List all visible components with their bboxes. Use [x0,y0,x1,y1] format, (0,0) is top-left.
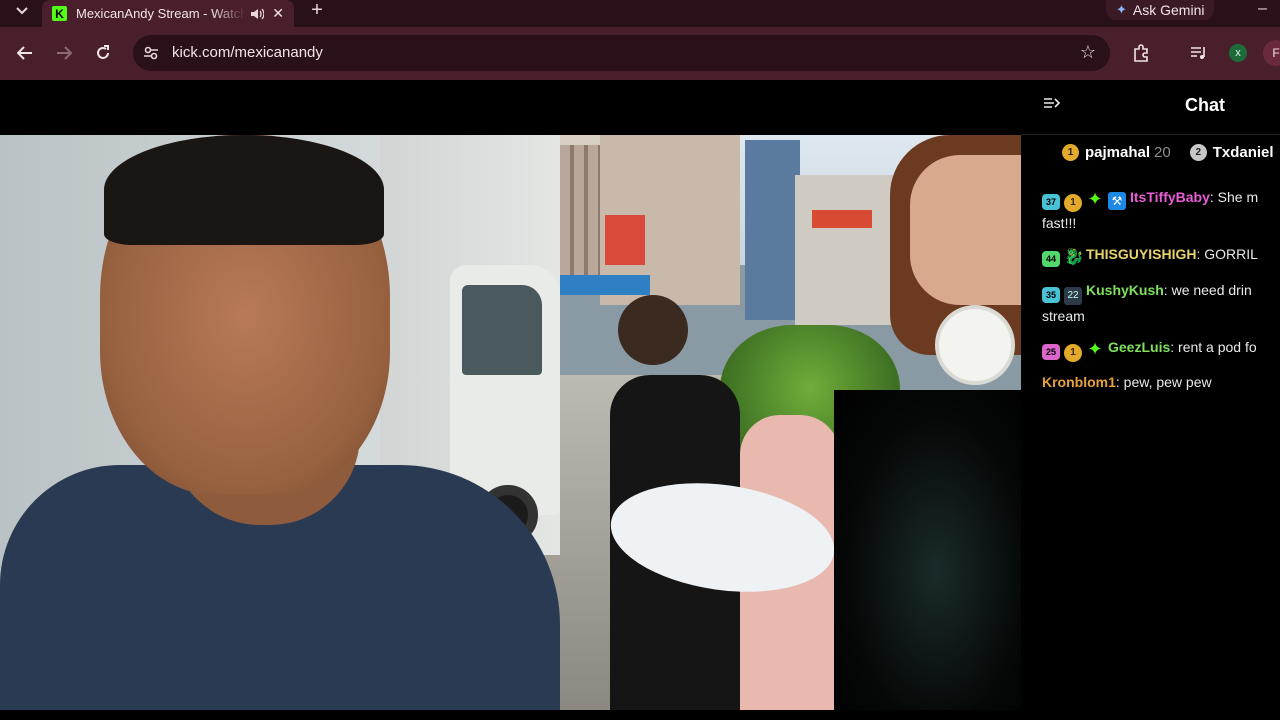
chat-title: Chat [1185,95,1225,115]
puzzle-icon[interactable] [1130,42,1152,64]
gift-badge: 1 [1064,344,1082,362]
gemini-spark-icon: ✦ [1116,2,1127,17]
new-tab-button[interactable]: + [306,0,328,20]
video-building [795,175,895,325]
chat-message: Kronblom1: pew, pew pew [1042,371,1280,390]
address-bar[interactable]: kick.com/mexicanandy ☆ [133,35,1110,71]
browser-tab-strip: K MexicanAndy Stream - Watch Live on Kic… [0,0,1280,27]
profile-avatar[interactable]: F [1263,40,1280,66]
chevron-down-icon[interactable] [8,0,36,22]
chat-text: pew, pew pew [1123,374,1212,390]
sparkle-badge-icon: ✦ [1087,339,1103,359]
chat-username[interactable]: THISGUYISHIGH [1086,246,1196,262]
close-tab-button[interactable]: ✕ [272,5,284,22]
url-text[interactable]: kick.com/mexicanandy [172,44,323,61]
chat-message: 25 1 ✦ GeezLuis: rent a pod fo [1042,336,1280,362]
tune-icon[interactable] [141,43,161,63]
leaderboard-user[interactable]: Txdaniel [1213,144,1274,161]
chat-colon: : [1170,339,1179,355]
ask-gemini-label: Ask Gemini [1132,2,1205,18]
window-minimize-button[interactable]: – [1258,0,1267,18]
vip-badge: 22 [1064,287,1082,305]
video-sign [812,210,872,228]
chat-colon: : [1115,374,1124,390]
media-controls-icon[interactable] [1188,42,1210,64]
video-sign [550,275,650,295]
chat-header: Chat [1021,80,1280,135]
rank-badge: 2 [1189,143,1207,161]
ask-gemini-button[interactable]: ✦ Ask Gemini [1106,0,1215,20]
sparkle-badge-icon: ✦ [1087,189,1103,209]
video-building [745,140,800,320]
video-player[interactable] [0,80,1021,720]
kick-page: Chat 1 pajmahal 20 2 Txdaniel 37 1 ✦ ⚒ ItsTi… [0,80,1280,720]
chat-panel: Chat 1 pajmahal 20 2 Txdaniel 37 1 ✦ ⚒ ItsTi… [1021,80,1280,390]
collapse-chat-icon[interactable] [1043,96,1063,116]
video-sign [605,215,645,265]
extension-avatar[interactable]: x [1229,44,1247,62]
chat-colon: : [1163,282,1172,298]
chat-username[interactable]: ItsTiffyBaby [1130,189,1210,205]
chat-message: 37 1 ✦ ⚒ ItsTiffyBaby: She m fast!!! [1042,186,1280,235]
player-bottom-strip [0,710,1021,720]
subscriber-badge: 37 [1042,194,1060,210]
chat-username[interactable]: GeezLuis [1108,339,1170,355]
video-streamer-hair [104,135,384,245]
chat-message: 44 🐉 THISGUYISHIGH: GORRIL [1042,243,1280,267]
dragon-badge-icon: 🐉 [1064,249,1084,266]
chat-message: 35 22 KushyKush: we need drin stream [1042,279,1280,328]
webcam-overlay [834,390,1021,720]
subscriber-badge: 35 [1042,287,1060,303]
kick-favicon-icon: K [52,6,67,21]
gift-badge: 1 [1064,194,1082,212]
star-icon[interactable]: ☆ [1080,42,1096,63]
reload-icon[interactable] [92,42,114,64]
rank-badge: 1 [1062,143,1079,161]
chat-colon: : [1209,189,1218,205]
moderator-hammer-icon: ⚒ [1108,192,1126,210]
browser-tab-active[interactable]: K MexicanAndy Stream - Watch Live on Kic… [42,0,294,27]
back-arrow-icon[interactable] [14,42,36,64]
chat-username[interactable]: KushyKush [1086,282,1164,298]
video-handheld-fan [935,305,1015,385]
chat-username[interactable]: Kronblom1 [1042,374,1116,390]
chat-text: GORRIL [1204,246,1258,262]
video-truck-window [462,285,542,375]
subscriber-badge: 25 [1042,344,1060,360]
gift-leaderboard: 1 pajmahal 20 2 Txdaniel [1021,136,1280,168]
subscriber-badge: 44 [1042,251,1060,267]
leaderboard-user[interactable]: pajmahal [1085,144,1150,161]
forward-arrow-icon[interactable] [53,42,75,64]
speaker-icon[interactable] [250,8,265,20]
browser-toolbar: kick.com/mexicanandy ☆ x F [0,27,1280,80]
tab-title: MexicanAndy Stream - Watch Live on Kick [76,6,247,21]
leaderboard-count: 20 [1154,143,1171,161]
chat-text: rent a pod fo [1178,339,1257,355]
